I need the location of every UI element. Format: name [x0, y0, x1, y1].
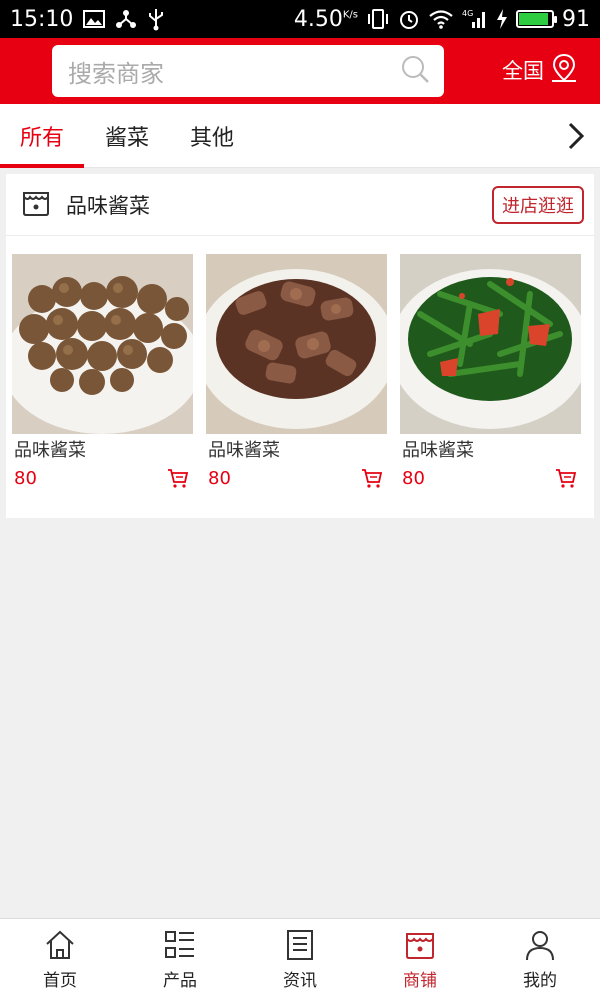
- status-time: 15:10: [10, 6, 74, 32]
- product-image[interactable]: [206, 254, 387, 434]
- nav-home[interactable]: 首页: [0, 919, 120, 1000]
- cart-icon[interactable]: [555, 467, 577, 489]
- nav-home-label: 首页: [43, 971, 77, 991]
- store-card: 品味酱菜 进店逛逛 品味酱菜 80 品味酱菜 80 品味酱菜 80: [6, 174, 594, 518]
- nav-news-label: 资讯: [283, 971, 317, 991]
- share-icon: [115, 9, 137, 29]
- signal-icon: 4G: [462, 8, 488, 30]
- nav-shops[interactable]: 商铺: [360, 919, 480, 1000]
- product-name: 品味酱菜: [402, 440, 474, 461]
- bottom-nav: 首页 产品 资讯 商铺 我的: [0, 918, 600, 1000]
- product-price: 80: [14, 467, 37, 489]
- store-header: 品味酱菜 进店逛逛: [6, 174, 594, 236]
- product-price: 80: [402, 467, 425, 489]
- home-icon: [46, 930, 74, 959]
- cart-icon[interactable]: [167, 467, 189, 489]
- location-pin-icon: [550, 53, 578, 88]
- product-image[interactable]: [12, 254, 193, 434]
- battery-icon: [516, 10, 557, 28]
- chevron-right-icon[interactable]: [562, 120, 590, 152]
- category-tabs: 所有 酱菜 其他: [0, 104, 600, 168]
- product-card[interactable]: 品味酱菜 80: [400, 254, 581, 492]
- usb-icon: [147, 7, 165, 31]
- nav-shops-label: 商铺: [403, 971, 437, 991]
- vibrate-icon: [366, 8, 390, 30]
- product-image[interactable]: [400, 254, 581, 434]
- nav-me-label: 我的: [523, 971, 557, 991]
- product-list: 品味酱菜 80 品味酱菜 80 品味酱菜 80: [12, 254, 588, 492]
- nav-me[interactable]: 我的: [480, 919, 600, 1000]
- cart-icon[interactable]: [361, 467, 383, 489]
- product-name: 品味酱菜: [14, 440, 86, 461]
- search-placeholder: 搜索商家: [68, 59, 164, 88]
- shop-icon: [406, 933, 434, 959]
- image-icon: [83, 10, 106, 28]
- nav-news[interactable]: 资讯: [240, 919, 360, 1000]
- product-card[interactable]: 品味酱菜 80: [12, 254, 193, 492]
- battery-level: [519, 13, 549, 25]
- network-speed: 4.50K/s: [293, 6, 358, 32]
- status-bar: 15:10 4.50K/s 4G 91: [0, 0, 600, 38]
- tab-all[interactable]: 所有: [0, 104, 84, 168]
- alarm-icon: [398, 8, 420, 30]
- charging-icon: [496, 9, 508, 29]
- tab-other[interactable]: 其他: [170, 104, 254, 168]
- battery-percent: 91: [562, 6, 590, 32]
- user-icon: [526, 931, 554, 961]
- enter-store-button[interactable]: 进店逛逛: [492, 185, 584, 224]
- nav-products[interactable]: 产品: [120, 919, 240, 1000]
- wifi-icon: [428, 9, 454, 29]
- app-header: 搜索商家 全国: [0, 38, 600, 104]
- list-icon: [165, 931, 194, 958]
- region-selector[interactable]: 全国: [502, 50, 578, 90]
- product-price: 80: [208, 467, 231, 489]
- shop-icon: [20, 187, 52, 223]
- product-card[interactable]: 品味酱菜 80: [206, 254, 387, 492]
- region-label: 全国: [502, 59, 544, 83]
- svg-text:4G: 4G: [462, 9, 473, 18]
- search-icon[interactable]: [400, 54, 430, 88]
- news-icon: [287, 930, 313, 960]
- product-name: 品味酱菜: [208, 440, 280, 461]
- tab-pickles[interactable]: 酱菜: [84, 104, 170, 168]
- nav-products-label: 产品: [163, 971, 197, 991]
- store-name: 品味酱菜: [66, 193, 150, 218]
- search-input[interactable]: 搜索商家: [52, 45, 444, 97]
